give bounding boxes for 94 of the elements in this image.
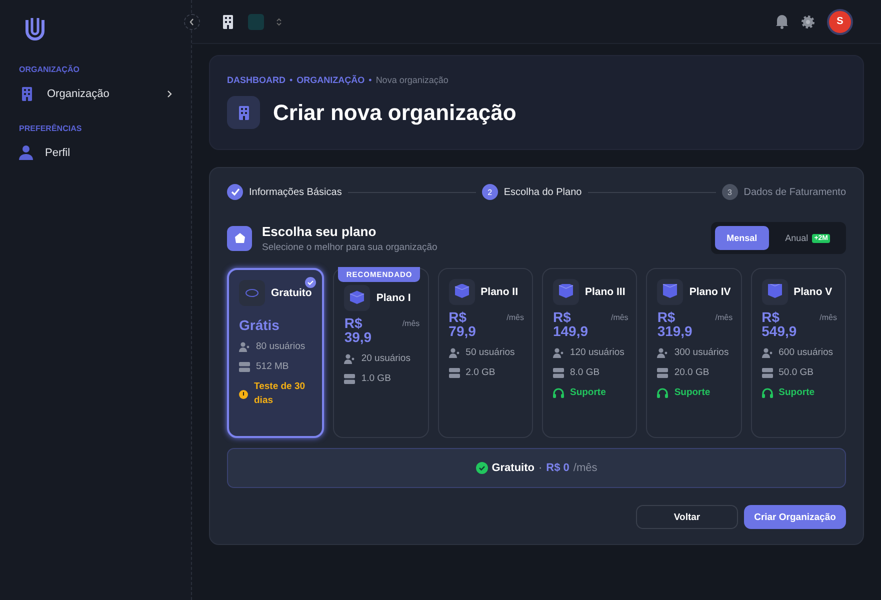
- plan-feature: Suporte: [674, 386, 710, 400]
- settings-icon[interactable]: [801, 14, 815, 28]
- sort-icon[interactable]: [276, 16, 282, 26]
- users-icon: [552, 348, 564, 358]
- info-icon: [239, 390, 248, 398]
- price-period: /mês: [402, 319, 420, 328]
- breadcrumb-separator: •: [290, 75, 293, 85]
- summary-period: /mês: [573, 462, 598, 474]
- section-title: PREFERÊNCIAS: [19, 124, 83, 133]
- plan-feature: 1.0 GB: [361, 372, 391, 386]
- sidebar-item[interactable]: Perfil: [0, 145, 191, 160]
- user-icon: [19, 145, 33, 160]
- users-icon: [239, 342, 250, 352]
- plan-name: Plano V: [794, 284, 832, 300]
- plan-feature: Teste de 30 dias: [254, 380, 306, 408]
- storage-icon: [448, 368, 460, 378]
- breadcrumb-separator: •: [368, 75, 372, 85]
- price-period: /mês: [715, 313, 733, 322]
- plan-feature: 80 usuários: [256, 340, 306, 354]
- price-period: /mês: [506, 313, 524, 322]
- logo-icon: [24, 16, 46, 42]
- plan-feature: 2.0 GB: [466, 366, 496, 380]
- breadcrumb-link[interactable]: DASHBOARD: [227, 75, 286, 85]
- plan-feature: 300 usuários: [674, 346, 729, 360]
- create-button[interactable]: Criar Organização: [744, 505, 846, 529]
- plan-feature: 20.0 GB: [674, 366, 710, 380]
- chevron-left-icon: [189, 18, 195, 26]
- plan-card[interactable]: Plano III R$ 149,9 /mês 120 usuários 8.0 GB Suporte: [542, 268, 638, 438]
- user-avatar[interactable]: S: [827, 8, 853, 34]
- building-icon: [19, 86, 35, 102]
- plan-price: R$ 149,9: [552, 310, 590, 338]
- plan-price: R$ 39,9: [344, 316, 373, 344]
- bell-icon[interactable]: [775, 14, 789, 29]
- sidebar-item[interactable]: Organização: [0, 86, 191, 102]
- plan-card[interactable]: Plano IV R$ 319,9 /mês 300 usuários 20.0 GB Suporte: [646, 268, 742, 438]
- users-icon: [762, 348, 773, 358]
- summary-price: R$ 0: [546, 462, 570, 474]
- storage-icon: [239, 362, 250, 372]
- headphones-icon: [552, 388, 564, 398]
- price-period: /mês: [820, 313, 837, 322]
- collapse-button[interactable]: [184, 14, 200, 30]
- summary-separator: ·: [538, 462, 542, 474]
- plan-name: Plano II: [480, 284, 518, 300]
- plan-card[interactable]: Gratuito Grátis 80 usuários 512 MB Teste de 30 dias: [227, 268, 324, 438]
- plan-feature: Suporte: [778, 386, 815, 400]
- users-icon: [344, 354, 356, 364]
- plan-price: Grátis: [239, 318, 280, 332]
- plan-feature: 50.0 GB: [778, 366, 814, 380]
- headphones-icon: [657, 388, 668, 398]
- check-circle-icon: [476, 462, 488, 474]
- plan-feature: 50 usuários: [466, 346, 515, 360]
- section-title: Escolha seu plano: [262, 224, 378, 238]
- plan-price: R$ 319,9: [657, 310, 694, 338]
- page-title: Criar nova organização: [273, 100, 516, 126]
- section-subtitle: Selecione o melhor para sua organização: [262, 242, 438, 252]
- check-icon: [227, 184, 243, 200]
- step-label: Informações Básicas: [249, 186, 342, 198]
- plan-feature: 20 usuários: [361, 352, 410, 366]
- headphones-icon: [762, 388, 773, 398]
- chevron-right-icon: [167, 90, 173, 98]
- plan-card[interactable]: Plano V R$ 549,9 /mês 600 usuários 50.0 GB Suporte: [750, 268, 846, 438]
- storage-icon: [344, 374, 356, 384]
- billing-option[interactable]: Mensal: [714, 226, 770, 250]
- breadcrumb-current: Nova organização: [376, 75, 448, 85]
- check-icon: [305, 277, 316, 288]
- summary-plan-name: Gratuito: [492, 462, 534, 474]
- users-icon: [448, 348, 460, 358]
- office-building-icon: [220, 14, 236, 30]
- storage-icon: [552, 368, 564, 378]
- plan-feature: 8.0 GB: [570, 366, 600, 380]
- organization-swatch[interactable]: [248, 14, 264, 30]
- plan-name: Plano I: [376, 290, 411, 306]
- price-period: /mês: [610, 313, 628, 322]
- plan-icon: [227, 226, 252, 250]
- users-icon: [657, 348, 668, 358]
- back-button[interactable]: Voltar: [636, 505, 738, 529]
- plan-card[interactable]: Plano II R$ 79,9 /mês 50 usuários 2.0 GB: [438, 268, 533, 438]
- section-title: ORGANIZAÇÃO: [19, 65, 80, 74]
- storage-icon: [762, 368, 773, 378]
- storage-icon: [657, 368, 668, 378]
- plan-feature: Suporte: [570, 386, 606, 400]
- breadcrumb-link[interactable]: ORGANIZAÇÃO: [296, 75, 365, 85]
- plan-price: R$ 79,9: [448, 310, 477, 338]
- step-number: 2: [482, 184, 498, 200]
- plan-name: Plano III: [584, 284, 626, 300]
- plan-price: R$ 549,9: [762, 310, 798, 338]
- step-label: Dados de Faturamento: [744, 186, 846, 198]
- plan-feature: 120 usuários: [570, 346, 624, 360]
- plan-feature: 512 MB: [256, 360, 289, 374]
- step-number: 3: [722, 184, 738, 200]
- plan-name: Plano IV: [689, 284, 731, 300]
- step-label: Escolha do Plano: [504, 186, 582, 198]
- plan-name: Gratuito: [271, 286, 312, 300]
- plan-feature: 600 usuários: [778, 346, 834, 360]
